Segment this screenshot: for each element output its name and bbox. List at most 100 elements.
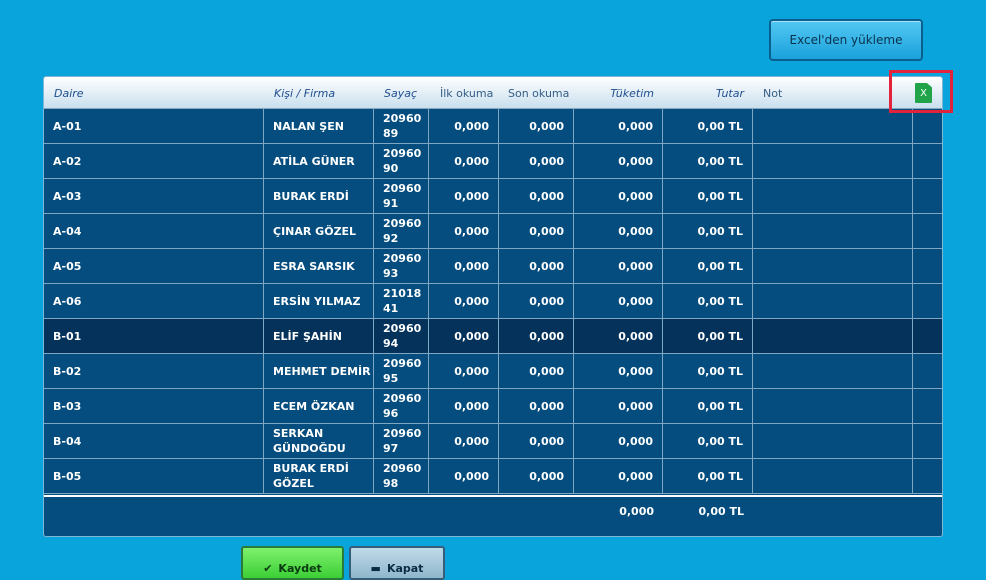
cell-kisi[interactable]: ECEM ÖZKAN bbox=[264, 389, 374, 423]
table-row[interactable]: A-05 ESRA SARSIK 20960 93 0,000 0,000 0,000 0,0… bbox=[44, 249, 942, 284]
cell-tutar[interactable]: 0,00 TL bbox=[663, 284, 753, 318]
cell-not[interactable] bbox=[753, 249, 913, 283]
cell-tuketim[interactable]: 0,000 bbox=[574, 214, 663, 248]
cell-ilk-okuma[interactable]: 0,000 bbox=[429, 284, 499, 318]
cell-not[interactable] bbox=[753, 354, 913, 388]
table-row[interactable]: B-01 ELİF ŞAHİN 20960 94 0,000 0,000 0,000 0,00… bbox=[44, 319, 942, 354]
cell-not[interactable] bbox=[753, 214, 913, 248]
cell-extra[interactable] bbox=[913, 144, 942, 178]
cell-sayac[interactable]: 20960 97 bbox=[374, 424, 429, 458]
cell-ilk-okuma[interactable]: 0,000 bbox=[429, 144, 499, 178]
cell-ilk-okuma[interactable]: 0,000 bbox=[429, 389, 499, 423]
table-row[interactable]: B-02 MEHMET DEMİR 20960 95 0,000 0,000 0,000 0,… bbox=[44, 354, 942, 389]
cell-sayac[interactable]: 20960 92 bbox=[374, 214, 429, 248]
cell-son-okuma[interactable]: 0,000 bbox=[499, 424, 574, 458]
table-row[interactable]: A-02 ATİLA GÜNER 20960 90 0,000 0,000 0,000 0,0… bbox=[44, 144, 942, 179]
cell-extra[interactable] bbox=[913, 389, 942, 423]
cell-tutar[interactable]: 0,00 TL bbox=[663, 144, 753, 178]
header-tuketim[interactable]: Tüketim bbox=[574, 77, 654, 108]
cell-tuketim[interactable]: 0,000 bbox=[574, 109, 663, 143]
cell-extra[interactable] bbox=[913, 179, 942, 213]
cell-sayac[interactable]: 20960 90 bbox=[374, 144, 429, 178]
excel-upload-button[interactable]: Excel'den yükleme bbox=[769, 19, 923, 61]
table-row[interactable]: A-04 ÇINAR GÖZEL 20960 92 0,000 0,000 0,000 0,0… bbox=[44, 214, 942, 249]
cell-sayac[interactable]: 20960 93 bbox=[374, 249, 429, 283]
cell-kisi[interactable]: SERKAN GÜNDOĞDU bbox=[264, 424, 374, 458]
cell-son-okuma[interactable]: 0,000 bbox=[499, 459, 574, 493]
table-row[interactable]: A-01 NALAN ŞEN 20960 89 0,000 0,000 0,000 0,00 … bbox=[44, 109, 942, 144]
cell-son-okuma[interactable]: 0,000 bbox=[499, 319, 574, 353]
cell-tuketim[interactable]: 0,000 bbox=[574, 284, 663, 318]
cell-extra[interactable] bbox=[913, 284, 942, 318]
cell-ilk-okuma[interactable]: 0,000 bbox=[429, 424, 499, 458]
header-ilk-okuma[interactable]: İlk okuma bbox=[440, 77, 510, 108]
cell-not[interactable] bbox=[753, 319, 913, 353]
cell-sayac[interactable]: 20960 96 bbox=[374, 389, 429, 423]
cell-ilk-okuma[interactable]: 0,000 bbox=[429, 179, 499, 213]
cell-daire[interactable]: B-01 bbox=[44, 319, 264, 353]
cell-daire[interactable]: B-02 bbox=[44, 354, 264, 388]
cell-kisi[interactable]: MEHMET DEMİR bbox=[264, 354, 374, 388]
cell-kisi[interactable]: NALAN ŞEN bbox=[264, 109, 374, 143]
cell-not[interactable] bbox=[753, 424, 913, 458]
cell-tuketim[interactable]: 0,000 bbox=[574, 389, 663, 423]
table-row[interactable]: B-04 SERKAN GÜNDOĞDU 20960 97 0,000 0,000 0,000… bbox=[44, 424, 942, 459]
cell-extra[interactable] bbox=[913, 354, 942, 388]
cell-kisi[interactable]: ERSİN YILMAZ bbox=[264, 284, 374, 318]
cell-extra[interactable] bbox=[913, 459, 942, 493]
header-son-okuma[interactable]: Son okuma bbox=[508, 77, 578, 108]
cell-sayac[interactable]: 20960 94 bbox=[374, 319, 429, 353]
cell-extra[interactable] bbox=[913, 319, 942, 353]
cell-kisi[interactable]: BURAK ERDİ GÖZEL bbox=[264, 459, 374, 493]
table-row[interactable]: A-03 BURAK ERDİ 20960 91 0,000 0,000 0,000 0,00… bbox=[44, 179, 942, 214]
cell-not[interactable] bbox=[753, 284, 913, 318]
table-row[interactable]: B-05 BURAK ERDİ GÖZEL 20960 98 0,000 0,000 0,00… bbox=[44, 459, 942, 494]
cell-son-okuma[interactable]: 0,000 bbox=[499, 179, 574, 213]
cell-kisi[interactable]: ÇINAR GÖZEL bbox=[264, 214, 374, 248]
cell-son-okuma[interactable]: 0,000 bbox=[499, 144, 574, 178]
cell-kisi[interactable]: ELİF ŞAHİN bbox=[264, 319, 374, 353]
cell-ilk-okuma[interactable]: 0,000 bbox=[429, 319, 499, 353]
cell-ilk-okuma[interactable]: 0,000 bbox=[429, 459, 499, 493]
cell-daire[interactable]: A-06 bbox=[44, 284, 264, 318]
table-row[interactable]: B-03 ECEM ÖZKAN 20960 96 0,000 0,000 0,000 0,00… bbox=[44, 389, 942, 424]
cell-daire[interactable]: B-04 bbox=[44, 424, 264, 458]
cell-extra[interactable] bbox=[913, 109, 942, 143]
cell-not[interactable] bbox=[753, 144, 913, 178]
cell-son-okuma[interactable]: 0,000 bbox=[499, 109, 574, 143]
header-tutar[interactable]: Tutar bbox=[663, 77, 744, 108]
cell-sayac[interactable]: 20960 91 bbox=[374, 179, 429, 213]
cell-tutar[interactable]: 0,00 TL bbox=[663, 389, 753, 423]
cell-daire[interactable]: B-05 bbox=[44, 459, 264, 493]
cell-sayac[interactable]: 20960 89 bbox=[374, 109, 429, 143]
cell-not[interactable] bbox=[753, 459, 913, 493]
cell-kisi[interactable]: BURAK ERDİ bbox=[264, 179, 374, 213]
cell-tutar[interactable]: 0,00 TL bbox=[663, 354, 753, 388]
cell-tutar[interactable]: 0,00 TL bbox=[663, 319, 753, 353]
cell-son-okuma[interactable]: 0,000 bbox=[499, 249, 574, 283]
cell-tutar[interactable]: 0,00 TL bbox=[663, 214, 753, 248]
cell-tutar[interactable]: 0,00 TL bbox=[663, 109, 753, 143]
cell-daire[interactable]: A-02 bbox=[44, 144, 264, 178]
cell-son-okuma[interactable]: 0,000 bbox=[499, 284, 574, 318]
cell-extra[interactable] bbox=[913, 214, 942, 248]
header-daire[interactable]: Daire bbox=[54, 77, 174, 108]
cell-sayac[interactable]: 20960 98 bbox=[374, 459, 429, 493]
cell-tutar[interactable]: 0,00 TL bbox=[663, 424, 753, 458]
cell-son-okuma[interactable]: 0,000 bbox=[499, 354, 574, 388]
cell-ilk-okuma[interactable]: 0,000 bbox=[429, 214, 499, 248]
cell-ilk-okuma[interactable]: 0,000 bbox=[429, 109, 499, 143]
header-kisi[interactable]: Kişi / Firma bbox=[274, 77, 374, 108]
save-button[interactable]: ✔ Kaydet bbox=[241, 546, 344, 580]
cell-kisi[interactable]: ATİLA GÜNER bbox=[264, 144, 374, 178]
cell-tuketim[interactable]: 0,000 bbox=[574, 319, 663, 353]
cell-son-okuma[interactable]: 0,000 bbox=[499, 214, 574, 248]
cell-extra[interactable] bbox=[913, 424, 942, 458]
cell-ilk-okuma[interactable]: 0,000 bbox=[429, 354, 499, 388]
cell-not[interactable] bbox=[753, 179, 913, 213]
cell-tuketim[interactable]: 0,000 bbox=[574, 249, 663, 283]
cell-sayac[interactable]: 20960 95 bbox=[374, 354, 429, 388]
cell-not[interactable] bbox=[753, 389, 913, 423]
cell-kisi[interactable]: ESRA SARSIK bbox=[264, 249, 374, 283]
cell-tutar[interactable]: 0,00 TL bbox=[663, 459, 753, 493]
